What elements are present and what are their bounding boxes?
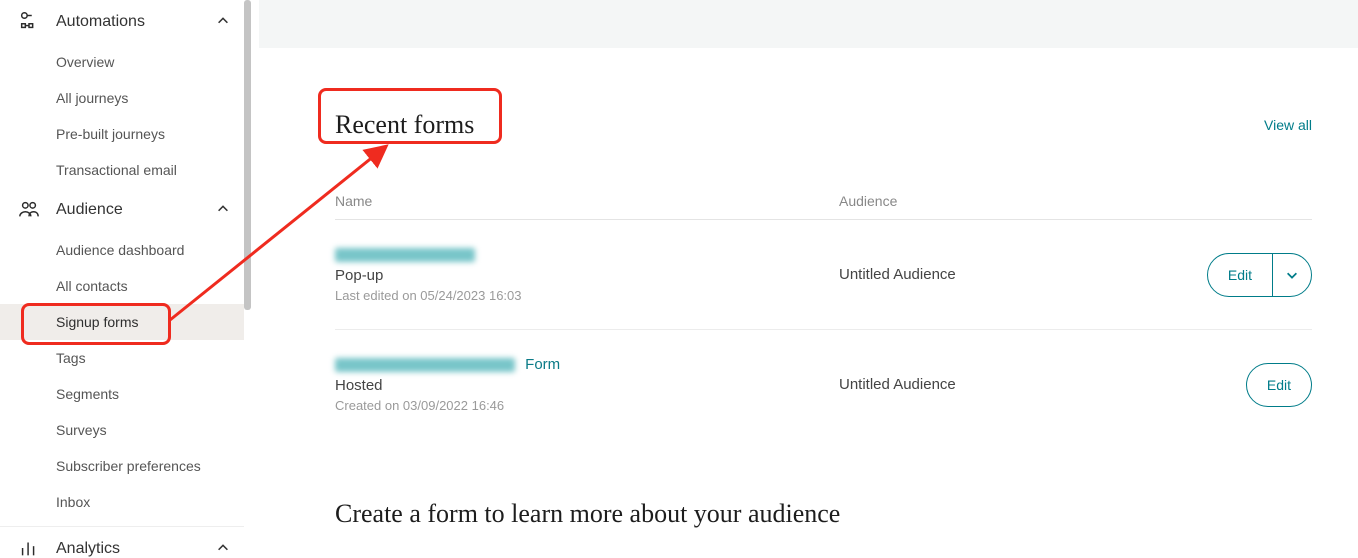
edit-button-label[interactable]: Edit [1247, 364, 1311, 406]
edit-button-label[interactable]: Edit [1208, 254, 1273, 296]
nav-item-transactional-email[interactable]: Transactional email [56, 152, 244, 188]
nav-section-label: Automations [56, 13, 145, 31]
nav-item-overview[interactable]: Overview [56, 44, 244, 80]
table-row: Form Hosted Created on 03/09/2022 16:46 … [335, 330, 1312, 439]
nav-subitems-audience: Audience dashboard All contacts Signup f… [0, 232, 244, 520]
chevron-up-icon [216, 541, 232, 557]
automations-icon [18, 10, 42, 34]
chevron-up-icon [216, 14, 232, 30]
form-meta: Last edited on 05/24/2023 16:03 [335, 288, 839, 303]
view-all-link[interactable]: View all [1264, 117, 1312, 133]
cell-audience: Untitled Audience [839, 266, 1139, 283]
nav-section-label: Analytics [56, 540, 120, 558]
nav-section-automations[interactable]: Automations [0, 0, 244, 44]
nav-item-subscriber-preferences[interactable]: Subscriber preferences [56, 448, 244, 484]
th-audience: Audience [839, 193, 1139, 209]
form-name-link[interactable] [335, 246, 839, 263]
edit-button[interactable]: Edit [1246, 363, 1312, 407]
cell-audience: Untitled Audience [839, 376, 1139, 393]
redacted-text [335, 248, 475, 262]
nav-item-all-contacts[interactable]: All contacts [56, 268, 244, 304]
th-name: Name [335, 193, 839, 209]
nav-subitems-automations: Overview All journeys Pre-built journeys… [0, 44, 244, 188]
top-banner-strip [259, 0, 1358, 48]
table-header: Name Audience [335, 183, 1312, 220]
create-form-heading: Create a form to learn more about your a… [335, 499, 1312, 529]
form-name-link[interactable]: Form [335, 356, 839, 373]
recent-forms-heading: Recent forms [335, 110, 474, 140]
chevron-up-icon [216, 202, 232, 218]
redacted-text [335, 358, 515, 372]
nav-item-segments[interactable]: Segments [56, 376, 244, 412]
table-row: Pop-up Last edited on 05/24/2023 16:03 U… [335, 220, 1312, 330]
nav-section-analytics[interactable]: Analytics [0, 526, 244, 558]
nav-item-surveys[interactable]: Surveys [56, 412, 244, 448]
form-meta: Created on 03/09/2022 16:46 [335, 398, 839, 413]
main-content: Recent forms View all Name Audience Pop-… [259, 48, 1358, 529]
form-name-suffix: Form [525, 356, 560, 373]
nav-section-label: Audience [56, 201, 123, 219]
audience-icon [18, 198, 42, 222]
edit-caret-button[interactable] [1273, 254, 1311, 296]
edit-split-button[interactable]: Edit [1207, 253, 1312, 297]
nav-item-tags[interactable]: Tags [56, 340, 244, 376]
nav-item-inbox[interactable]: Inbox [56, 484, 244, 520]
forms-table: Name Audience Pop-up Last edited on 05/2… [335, 183, 1312, 439]
nav-section-audience[interactable]: Audience [0, 188, 244, 232]
nav-item-signup-forms[interactable]: Signup forms [0, 304, 244, 340]
analytics-icon [18, 537, 42, 558]
form-type: Pop-up [335, 267, 839, 284]
sidebar-scrollbar-thumb[interactable] [244, 0, 251, 310]
nav-item-pre-built-journeys[interactable]: Pre-built journeys [56, 116, 244, 152]
form-type: Hosted [335, 377, 839, 394]
sidebar: Automations Overview All journeys Pre-bu… [0, 0, 244, 558]
nav-item-audience-dashboard[interactable]: Audience dashboard [56, 232, 244, 268]
nav-item-all-journeys[interactable]: All journeys [56, 80, 244, 116]
